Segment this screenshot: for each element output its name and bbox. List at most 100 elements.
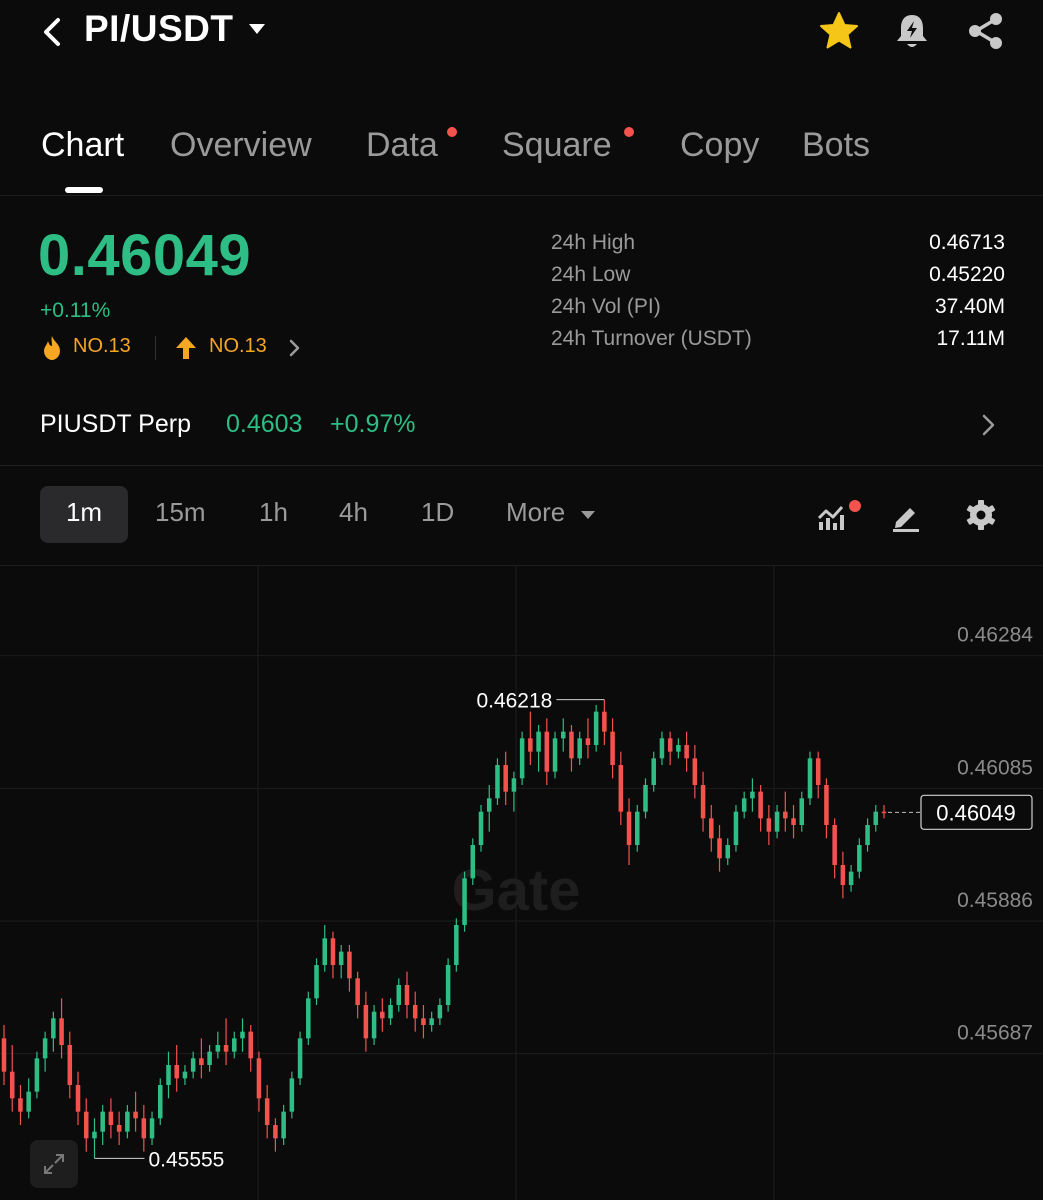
candle-body [552,738,558,772]
indicators-icon[interactable] [816,498,862,532]
active-tab-indicator [65,187,103,193]
rank-separator [155,336,156,360]
more-caret-down-icon[interactable] [580,509,596,521]
candle-body [643,785,648,812]
candle-body [799,798,805,825]
tab-bots[interactable]: Bots [802,126,870,165]
interval-15m-button[interactable]: 15m [155,497,206,528]
candle-body [676,745,681,752]
candle-body [536,731,541,752]
candle-body [511,778,517,792]
candle-body [840,865,846,885]
candle-body [388,1005,393,1019]
candle-body [470,845,476,879]
candle-body [454,925,459,965]
candle-body [248,1031,253,1059]
candle-body [783,811,788,819]
interval-1h-button[interactable]: 1h [259,497,288,528]
candlestick-chart[interactable]: 0.462840.460850.458860.45687Gate0.462180… [0,565,1043,1200]
pair-title[interactable]: PI/USDT [84,8,233,50]
candle-body [865,825,870,845]
candle-body [264,1098,270,1125]
candle-body [585,738,591,745]
candle-body [684,745,689,759]
more-intervals-button[interactable]: More [506,497,565,528]
candle-body [42,1038,48,1059]
perp-divider [0,465,1043,466]
candle-body [519,738,525,779]
candle-body [635,811,640,845]
candle-body [503,765,508,792]
candle-body [733,811,739,845]
candle-body [108,1111,114,1125]
candle-body [182,1071,188,1079]
candle-body [322,938,328,965]
back-icon[interactable] [38,12,68,52]
candle-body [34,1058,40,1092]
candle-body [412,1005,418,1019]
fullscreen-button[interactable] [30,1140,78,1188]
candle-body [610,731,615,765]
candle-body [297,1038,303,1079]
last-price: 0.46049 [38,223,252,288]
candle-body [462,878,467,925]
candle-body [75,1085,81,1112]
candle-body [700,785,706,819]
candle-body [9,1071,15,1099]
chevron-right-icon[interactable] [287,338,301,358]
candle-body [832,825,837,865]
y-tick-label: 0.46085 [957,756,1033,779]
tab-data-notification-dot [447,127,457,137]
draw-icon[interactable] [890,500,922,532]
candle-body [544,731,550,772]
candle-body [83,1111,89,1139]
candle-body [618,765,624,812]
candle-body [26,1091,31,1112]
hot-rank[interactable]: NO.13 [73,335,131,358]
stat-label-24h-turnover: 24h Turnover (USDT) [551,327,752,350]
perp-price: 0.4603 [226,410,303,438]
settings-icon[interactable] [965,499,997,531]
perp-chevron-right-icon[interactable] [980,413,996,437]
tab-chart[interactable]: Chart [41,126,124,165]
candle-body [199,1058,204,1065]
tab-square[interactable]: Square [502,126,612,165]
interval-1d-button[interactable]: 1D [421,497,454,528]
candle-body [371,1011,377,1039]
price-alert-icon[interactable] [891,10,933,52]
candle-body [330,938,336,965]
candle-body [659,738,665,759]
candle-body [215,1045,221,1052]
candle-body [141,1118,147,1139]
candle-body [92,1131,97,1139]
candle-body [273,1125,278,1139]
caret-down-icon[interactable] [248,22,266,36]
stat-value-24h-high: 0.46713 [929,231,1005,254]
candle-body [848,871,854,885]
candle-body [758,791,763,819]
candle-body [158,1085,163,1119]
gainer-rank[interactable]: NO.13 [209,335,267,358]
high-price-label: 0.46218 [476,690,552,713]
candle-body [577,738,582,759]
candle-body [815,758,821,785]
candle-body [807,758,813,799]
candle-body [560,731,566,739]
tab-data[interactable]: Data [366,126,438,165]
low-price-label: 0.45555 [148,1148,224,1171]
candle-body [857,845,862,872]
share-icon[interactable] [965,10,1007,52]
y-tick-label: 0.45886 [957,889,1033,912]
stat-value-24h-low: 0.45220 [929,263,1005,286]
candle-body [338,951,344,965]
tab-overview[interactable]: Overview [170,126,312,165]
candle-body [404,985,410,1005]
candle-body [67,1045,73,1085]
interval-4h-button[interactable]: 4h [339,497,368,528]
perp-change: +0.97% [330,410,416,438]
candle-body [437,1005,443,1019]
star-icon[interactable] [818,10,860,52]
tab-copy[interactable]: Copy [680,126,759,165]
candle-body [223,1045,229,1052]
candle-body [602,711,607,732]
